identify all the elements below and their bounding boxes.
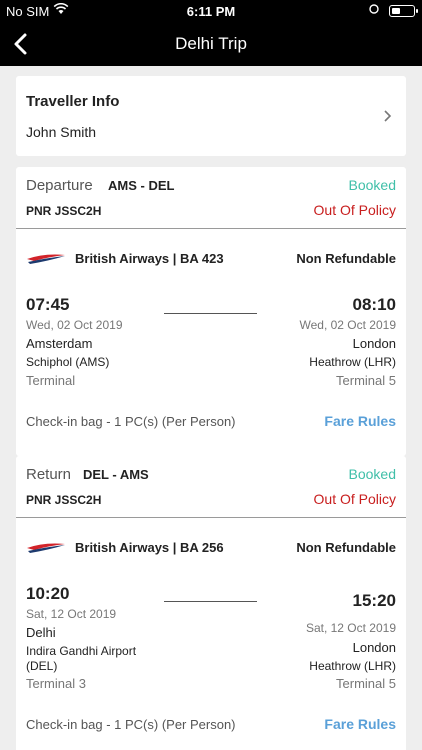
- traveller-heading: Traveller Info: [26, 93, 120, 110]
- traveller-info-card[interactable]: Traveller Info John Smith: [16, 76, 406, 156]
- departure-segment-card: Departure AMS - DEL Booked PNR JSSC2H Ou…: [16, 167, 406, 456]
- booking-status: Booked: [348, 177, 396, 193]
- airline-flight: British Airways | BA 423: [75, 251, 224, 266]
- segment-type: Return: [26, 466, 72, 483]
- nav-bar: Delhi Trip: [0, 22, 422, 66]
- segment-route: AMS - DEL: [108, 178, 175, 193]
- arrival-airport: Heathrow (LHR): [309, 659, 396, 673]
- segment-header: Departure AMS - DEL Booked PNR JSSC2H Ou…: [16, 167, 406, 229]
- departure-terminal: Terminal 3: [26, 676, 86, 691]
- departure-time: 07:45: [26, 295, 70, 314]
- arrival-terminal: Terminal 5: [336, 676, 396, 691]
- british-airways-logo-icon: [27, 254, 65, 264]
- arrival-time: 15:20: [352, 591, 396, 610]
- departure-airport-line-2: (DEL): [26, 659, 58, 673]
- page-title: Delhi Trip: [175, 34, 247, 53]
- baggage-allowance: Check-in bag - 1 PC(s) (Per Person): [26, 414, 236, 429]
- departure-date: Sat, 12 Oct 2019: [26, 607, 117, 621]
- fare-rules-link[interactable]: Fare Rules: [324, 413, 396, 429]
- arrival-city: London: [352, 640, 396, 655]
- arrival-city: London: [352, 336, 396, 351]
- segment-type: Departure: [26, 177, 93, 194]
- airline-flight: British Airways | BA 256: [75, 540, 224, 555]
- departure-time: 10:20: [26, 584, 70, 603]
- arrival-date: Wed, 02 Oct 2019: [299, 318, 396, 332]
- status-bar: No SIM 6:11 PM: [0, 0, 422, 22]
- departure-airport: Schiphol (AMS): [26, 355, 110, 369]
- flight-line: [164, 601, 257, 602]
- battery-icon: [389, 5, 418, 17]
- arrival-airport: Heathrow (LHR): [309, 355, 396, 369]
- clock: 6:11 PM: [186, 4, 236, 19]
- chevron-right-icon: [384, 110, 392, 122]
- booking-status: Booked: [348, 466, 396, 482]
- arrival-terminal: Terminal 5: [336, 373, 396, 388]
- traveller-name: John Smith: [26, 124, 97, 140]
- pnr-label: PNR JSSC2H: [26, 204, 102, 218]
- british-airways-logo-icon: [27, 543, 65, 553]
- departure-city: Amsterdam: [26, 336, 93, 351]
- rotation-lock-icon: [369, 4, 379, 14]
- refund-policy: Non Refundable: [296, 251, 396, 266]
- refund-policy: Non Refundable: [296, 540, 396, 555]
- policy-status: Out Of Policy: [313, 202, 396, 218]
- arrival-time: 08:10: [352, 295, 396, 314]
- departure-terminal: Terminal: [26, 373, 76, 388]
- baggage-allowance: Check-in bag - 1 PC(s) (Per Person): [26, 717, 236, 732]
- departure-city: Delhi: [26, 625, 56, 640]
- flight-line: [164, 313, 257, 314]
- arrival-date: Sat, 12 Oct 2019: [305, 621, 396, 635]
- fare-rules-link[interactable]: Fare Rules: [324, 716, 396, 732]
- departure-airport-line-1: Indira Gandhi Airport: [26, 644, 137, 658]
- segment-route: DEL - AMS: [83, 467, 149, 482]
- departure-date: Wed, 02 Oct 2019: [26, 318, 123, 332]
- return-segment-card: Return DEL - AMS Booked PNR JSSC2H Out O…: [16, 456, 406, 750]
- policy-status: Out Of Policy: [313, 491, 396, 507]
- segment-header: Return DEL - AMS Booked PNR JSSC2H Out O…: [16, 456, 406, 518]
- pnr-label: PNR JSSC2H: [26, 493, 102, 507]
